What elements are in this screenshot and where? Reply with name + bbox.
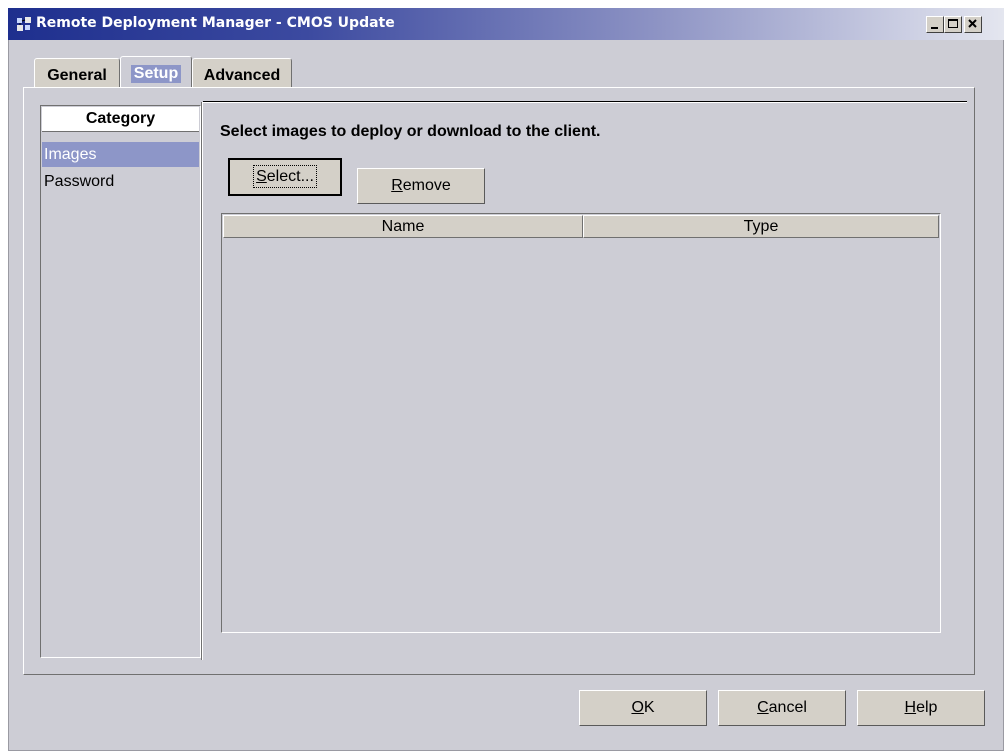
maximize-button[interactable] [944,16,962,33]
ok-button[interactable]: OK [579,690,707,726]
rdm-app-icon [16,17,32,32]
column-header-type[interactable]: Type [583,215,939,238]
category-sidebar: Category Images Password [40,105,201,658]
sidebar-item-images[interactable]: Images [42,142,199,167]
title-bar[interactable]: Remote Deployment Manager - CMOS Update [8,8,1004,40]
vertical-divider [201,102,203,660]
tab-general-label: General [47,67,107,84]
maximize-icon [948,19,958,28]
select-mnemonic: S [256,168,267,185]
tab-setup-label: Setup [130,65,182,83]
sidebar-item-password[interactable]: Password [42,169,199,194]
ok-label-rest: K [643,699,655,716]
category-header: Category [42,107,199,132]
cancel-mnemonic: C [757,699,769,716]
remove-label-rest: emove [402,177,451,194]
window-title: Remote Deployment Manager - CMOS Update [36,15,395,31]
tab-advanced-label: Advanced [203,67,281,84]
cancel-label-rest: ancel [768,699,807,716]
images-table[interactable]: Name Type [221,213,941,633]
select-button-label: Select... [253,165,317,188]
select-button[interactable]: Select... [228,158,342,196]
close-button[interactable] [964,16,982,33]
help-button[interactable]: Help [857,690,985,726]
tab-setup[interactable]: Setup [120,56,192,88]
remove-mnemonic: R [391,177,403,194]
tab-advanced[interactable]: Advanced [192,58,292,88]
cancel-button[interactable]: Cancel [718,690,846,726]
close-icon [968,19,977,28]
horizontal-divider [203,101,967,103]
select-label-rest: elect... [266,168,314,185]
minimize-button[interactable] [926,16,944,33]
instruction-text: Select images to deploy or download to t… [220,123,601,140]
remove-button[interactable]: Remove [357,168,485,204]
minimize-icon [931,27,938,29]
help-mnemonic: H [904,699,917,716]
ok-mnemonic: O [631,699,644,716]
help-label-rest: elp [916,699,938,716]
tab-general[interactable]: General [34,58,120,88]
column-header-name[interactable]: Name [223,215,583,238]
